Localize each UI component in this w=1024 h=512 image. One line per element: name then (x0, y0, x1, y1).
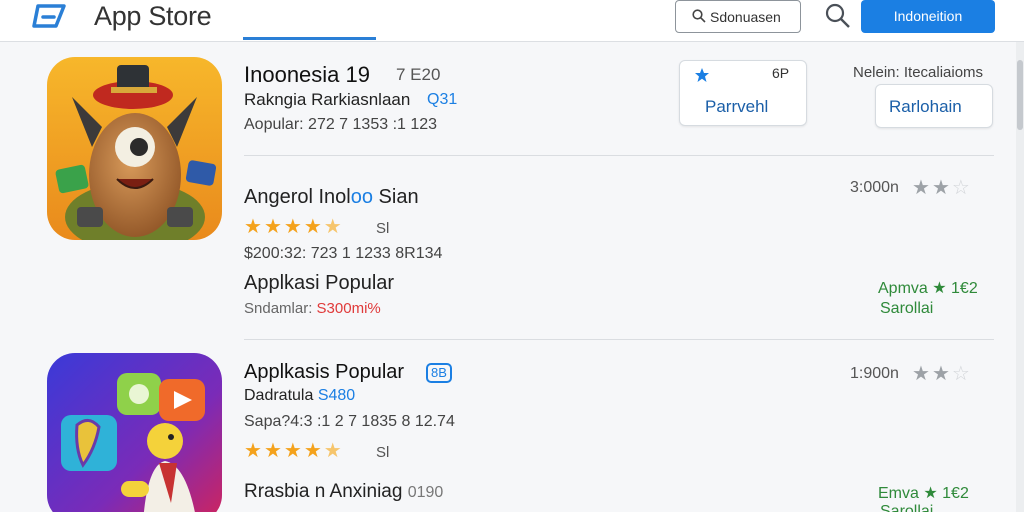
app-icon-character[interactable] (47, 57, 222, 240)
divider (244, 339, 994, 340)
top-bar: App Store Indoneition (0, 0, 1024, 42)
app-2-section-number: 0190 (407, 484, 444, 501)
app-1-meta-label: Sndamlar: (244, 300, 317, 317)
star-icon: ★ (303, 440, 322, 462)
star-outline-icon: ☆ (951, 363, 970, 385)
star-icon: ★ (244, 440, 262, 462)
chat-illustration (47, 353, 222, 512)
app-2-side-number: 1€2 (942, 485, 969, 502)
app-1-rating-count: 3:000n (850, 179, 899, 196)
star-icon: ★ (931, 177, 950, 199)
app-1-side-line-1: Apmva ★ 1€2 (878, 278, 978, 298)
featured-title[interactable]: Inoonesia 19 (244, 62, 370, 88)
app-store-logo-icon[interactable] (32, 4, 68, 30)
app-2-badge: 8B (426, 363, 452, 383)
app-1-rating-stars: ★ ★ ★ ★ ★ (244, 217, 344, 237)
half-star-icon: ★ (323, 216, 342, 238)
star-outline-icon: ☆ (951, 177, 970, 199)
card-button-2[interactable]: Rarlohain (875, 84, 993, 128)
half-star-icon: ★ (323, 440, 342, 462)
app-icon-chat[interactable] (47, 353, 222, 512)
app-1-side-label: Apmva (878, 280, 928, 297)
app-1-title-part-c: Sian (373, 186, 419, 208)
app-2-side-line-1: Emva ★ 1€2 (878, 483, 969, 503)
app-1-title[interactable]: Angerol Inoloo Sian (244, 186, 419, 209)
search-icon (692, 9, 706, 23)
app-1-side-number: 1€2 (951, 280, 978, 297)
active-tab-indicator (243, 37, 376, 40)
star-icon: ★ (931, 363, 950, 385)
card-1-top: 6P (772, 65, 790, 81)
scrollbar-thumb[interactable] (1017, 60, 1023, 130)
app-2-subtitle: Dadratula S480 (244, 387, 355, 405)
star-icon: ★ (244, 216, 262, 238)
star-icon: ★ (303, 216, 322, 238)
app-2-side-stars: ★ ★ ☆ (912, 364, 972, 384)
primary-button[interactable]: Indoneition (861, 0, 995, 33)
star-icon: ★ (283, 216, 302, 238)
app-2-rating-count: 1:900n (850, 365, 899, 382)
app-2-subtitle-value: S480 (317, 387, 356, 404)
app-1-side-line-2: Sarollai (880, 300, 934, 317)
app-1-price-line: $200:32: 723 1 1233 8R134 (244, 245, 443, 262)
app-title: App Store (94, 1, 212, 31)
star-icon: ★ (912, 177, 930, 199)
star-icon: ★ (918, 485, 943, 502)
search-input[interactable] (710, 6, 796, 28)
card-button-1[interactable]: 6P Parrvehl (679, 60, 807, 126)
app-1-title-part-b: oo (350, 186, 373, 208)
divider (244, 155, 994, 156)
star-icon: ★ (263, 216, 282, 238)
character-illustration (47, 57, 222, 240)
app-2-meta: Sapa?4:3 :1 2 7 1835 8 12.74 (244, 413, 455, 430)
featured-title-suffix: 7 E20 (396, 65, 441, 84)
app-1-side-stars: ★ ★ ☆ (912, 178, 972, 198)
app-2-side-line-2: Sarollai (880, 503, 934, 512)
star-icon: ★ (283, 440, 302, 462)
app-1-meta: Sndamlar: S300mi% (244, 300, 381, 317)
card-2-top: Nelein: Itecaliaioms (853, 64, 984, 81)
app-2-side-label: Emva (878, 485, 919, 502)
card-1-label: Parrvehl (705, 97, 769, 116)
app-2-section[interactable]: Rrasbia n Anxiniag 0190 (244, 481, 443, 503)
app-1-rating-label: Sl (376, 220, 390, 237)
star-badge-icon (695, 68, 709, 82)
star-icon: ★ (912, 363, 930, 385)
app-1-title-part-a: Angerol Inol (244, 186, 351, 208)
featured-subtitle-badge: Q31 (427, 91, 458, 108)
star-icon: ★ (927, 280, 952, 297)
card-2-label: Rarlohain (889, 97, 962, 116)
app-2-subtitle-label: Dadratula (244, 387, 318, 404)
search-field[interactable] (675, 0, 801, 33)
app-2-rating-stars: ★ ★ ★ ★ ★ (244, 441, 344, 461)
featured-meta: Aopular: 272 7 1353 :1 123 (244, 116, 438, 133)
app-2-title[interactable]: Applkasis Popular (244, 361, 404, 384)
app-2-rating-label: Sl (376, 444, 390, 461)
app-1-section[interactable]: Applkasi Popular (244, 272, 394, 295)
star-icon: ★ (263, 440, 282, 462)
search-icon[interactable] (824, 2, 852, 30)
app-1-meta-value: S300mi% (316, 300, 381, 317)
featured-subtitle: Rakngia Rarkiasnlaan (244, 90, 411, 109)
app-2-section-label: Rrasbia n Anxiniag (244, 481, 403, 502)
